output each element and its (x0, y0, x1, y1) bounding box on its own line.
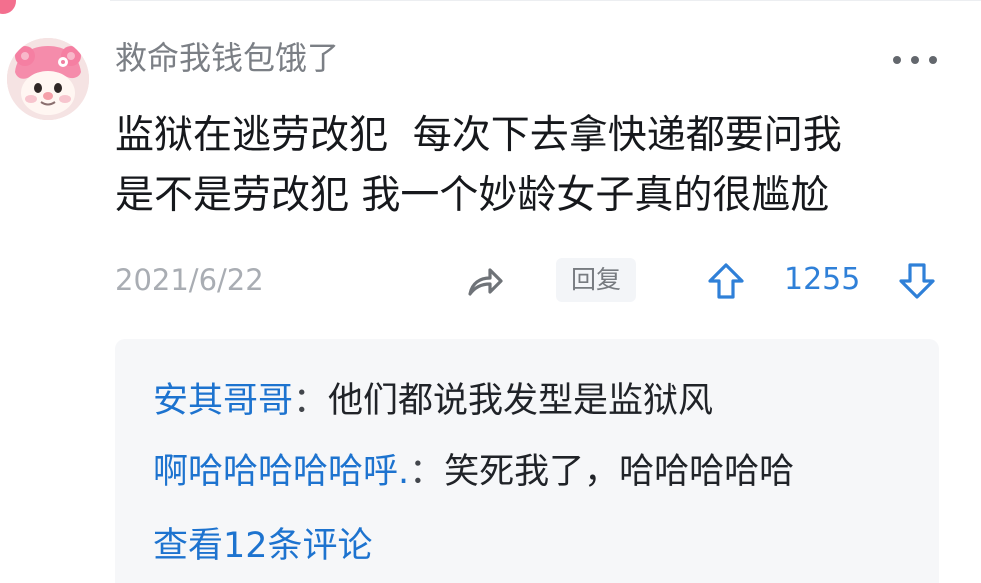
comment-card: 救命我钱包饿了 监狱在逃劳改犯 每次下去拿快递都要问我 是不是劳改犯 我一个妙龄… (0, 0, 981, 583)
share-button[interactable] (465, 263, 505, 301)
reply-author[interactable]: 安其哥哥 (153, 381, 293, 421)
reply-text: 笑死我了，哈哈哈哈哈 (444, 452, 795, 492)
more-dot-icon (929, 56, 937, 64)
more-options-button[interactable] (893, 50, 937, 70)
downvote-button[interactable] (895, 259, 939, 303)
comment-line: 监狱在逃劳改犯 每次下去拿快递都要问我 (115, 113, 842, 158)
replies-panel: 安其哥哥：他们都说我发型是监狱风 啊哈哈哈哈哈呼.：笑死我了，哈哈哈哈哈 查看1… (115, 339, 939, 583)
previous-avatar-edge (0, 0, 16, 14)
reply-separator: ： (409, 452, 445, 492)
reply-item[interactable]: 安其哥哥：他们都说我发型是监狱风 (153, 377, 713, 425)
more-dot-icon (893, 56, 901, 64)
reply-text: 他们都说我发型是监狱风 (328, 381, 714, 421)
reply-item[interactable]: 啊哈哈哈哈哈呼.：笑死我了，哈哈哈哈哈 (153, 448, 794, 496)
vote-count: 1255 (784, 262, 861, 297)
view-more-comments-link[interactable]: 查看12条评论 (153, 522, 373, 570)
upvote-arrow-icon (708, 263, 744, 299)
comment-text: 监狱在逃劳改犯 每次下去拿快递都要问我 是不是劳改犯 我一个妙龄女子真的很尴尬 (115, 106, 935, 226)
comment-date: 2021/6/22 (115, 263, 264, 297)
reply-button[interactable]: 回复 (556, 258, 636, 302)
reply-separator: ： (293, 381, 329, 421)
top-divider (110, 0, 981, 1)
upvote-button[interactable] (704, 259, 748, 303)
reply-author[interactable]: 啊哈哈哈哈哈呼. (153, 452, 409, 492)
pink-bear-avatar-icon (7, 38, 89, 120)
share-arrow-icon (468, 268, 503, 296)
avatar[interactable] (7, 38, 89, 120)
more-dot-icon (911, 56, 919, 64)
downvote-arrow-icon (899, 263, 935, 299)
username[interactable]: 救命我钱包饿了 (115, 36, 339, 80)
comment-line: 是不是劳改犯 我一个妙龄女子真的很尴尬 (115, 173, 830, 218)
